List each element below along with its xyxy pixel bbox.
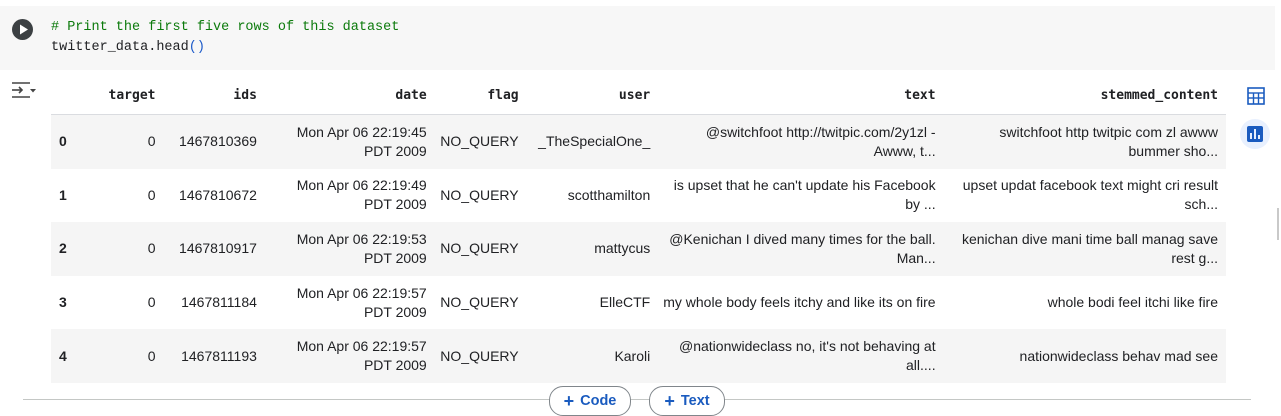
plus-icon: + <box>664 390 675 411</box>
convert-to-interactive-table-button[interactable] <box>1240 80 1270 110</box>
column-header-stemmed-content: stemmed_content <box>943 76 1226 115</box>
table-row: 2 0 1467810917 Mon Apr 06 22:19:53 PDT 2… <box>51 222 1226 276</box>
column-header-index <box>51 76 91 115</box>
cell-user: scotthamilton <box>567 186 651 203</box>
cell-flag: NO_QUERY <box>440 347 519 364</box>
cell-text: my whole body feels itchy and like its o… <box>663 294 936 311</box>
cell-text: @Kenichan I dived many times for the bal… <box>669 230 936 266</box>
add-text-label: Text <box>680 393 710 409</box>
column-header-flag: flag <box>434 76 527 115</box>
dataframe-output: target ids date flag user text stemmed_c… <box>51 76 1226 383</box>
cell-ids: 1467810369 <box>179 133 257 150</box>
cell-ids: 1467810917 <box>179 240 257 257</box>
code-call: twitter_data.head <box>51 40 189 55</box>
cell-stemmed-content: whole bodi feel itchi like fire <box>1047 294 1218 311</box>
cell-user: mattycus <box>594 240 651 257</box>
cell-target: 0 <box>147 133 156 150</box>
cell-flag: NO_QUERY <box>440 294 519 311</box>
cell-date: Mon Apr 06 22:19:57 PDT 2009 <box>296 284 427 320</box>
column-header-ids: ids <box>163 76 265 115</box>
add-code-cell-button[interactable]: + Code <box>549 386 631 416</box>
suggest-charts-button[interactable] <box>1240 119 1270 149</box>
table-row: 0 0 1467810369 Mon Apr 06 22:19:45 PDT 2… <box>51 114 1226 169</box>
cell-user: Karoli <box>614 347 651 364</box>
cell-user: ElleCTF <box>599 294 651 311</box>
cell-target: 0 <box>147 347 156 364</box>
cell-flag: NO_QUERY <box>440 133 519 150</box>
column-header-user: user <box>526 76 659 115</box>
cell-ids: 1467810672 <box>179 186 257 203</box>
table-header-row: target ids date flag user text stemmed_c… <box>51 76 1226 115</box>
cell-target: 0 <box>147 186 156 203</box>
table-row: 4 0 1467811193 Mon Apr 06 22:19:57 PDT 2… <box>51 329 1226 383</box>
row-index: 4 <box>59 347 67 364</box>
code-cell[interactable]: # Print the first five rows of this data… <box>0 6 1275 70</box>
column-header-text: text <box>658 76 944 115</box>
code-parens: () <box>188 40 205 55</box>
cell-target: 0 <box>147 240 156 257</box>
row-index: 3 <box>59 294 67 311</box>
cell-text: @switchfoot http://twitpic.com/2y1zl - A… <box>705 123 936 159</box>
cell-ids: 1467811193 <box>181 347 257 364</box>
cell-date: Mon Apr 06 22:19:49 PDT 2009 <box>296 177 427 213</box>
add-text-cell-button[interactable]: + Text <box>649 386 725 416</box>
plus-icon: + <box>563 390 575 411</box>
add-cell-divider <box>23 399 1251 400</box>
column-header-date: date <box>264 76 435 115</box>
row-index: 2 <box>59 240 67 257</box>
bar-chart-icon <box>1247 126 1263 142</box>
cell-date: Mon Apr 06 22:19:53 PDT 2009 <box>296 230 427 266</box>
table-icon <box>1247 87 1265 105</box>
code-editor[interactable]: # Print the first five rows of this data… <box>51 18 399 58</box>
cell-text: @nationwideclass no, it's not behaving a… <box>679 338 936 374</box>
cell-user: _TheSpecialOne_ <box>538 133 651 150</box>
cell-flag: NO_QUERY <box>440 186 519 203</box>
table-row: 1 0 1467810672 Mon Apr 06 22:19:49 PDT 2… <box>51 168 1226 223</box>
cell-stemmed-content: nationwideclass behav mad see <box>1019 347 1218 364</box>
add-code-label: Code <box>580 393 617 409</box>
run-cell-button[interactable] <box>12 19 33 40</box>
table-row: 3 0 1467811184 Mon Apr 06 22:19:57 PDT 2… <box>51 275 1226 330</box>
cell-text: is upset that he can't update his Facebo… <box>673 177 936 213</box>
cell-stemmed-content: switchfoot http twitpic com zl awww bumm… <box>999 123 1218 159</box>
cell-flag: NO_QUERY <box>440 240 519 257</box>
row-index: 1 <box>59 186 67 203</box>
cell-target: 0 <box>147 294 156 311</box>
cell-date: Mon Apr 06 22:19:45 PDT 2009 <box>296 123 427 159</box>
code-comment: # Print the first five rows of this data… <box>51 20 400 35</box>
cell-ids: 1467811184 <box>181 294 257 311</box>
column-header-target: target <box>90 76 164 115</box>
cell-stemmed-content: kenichan dive mani time ball manag save … <box>961 230 1218 266</box>
output-options-icon[interactable] <box>11 80 37 100</box>
row-index: 0 <box>59 133 67 150</box>
cell-date: Mon Apr 06 22:19:57 PDT 2009 <box>296 338 427 374</box>
dataframe-table: target ids date flag user text stemmed_c… <box>51 76 1226 383</box>
cell-stemmed-content: upset updat facebook text might cri resu… <box>962 177 1218 213</box>
scrollbar-thumb[interactable] <box>1277 208 1279 240</box>
play-icon <box>20 24 28 35</box>
